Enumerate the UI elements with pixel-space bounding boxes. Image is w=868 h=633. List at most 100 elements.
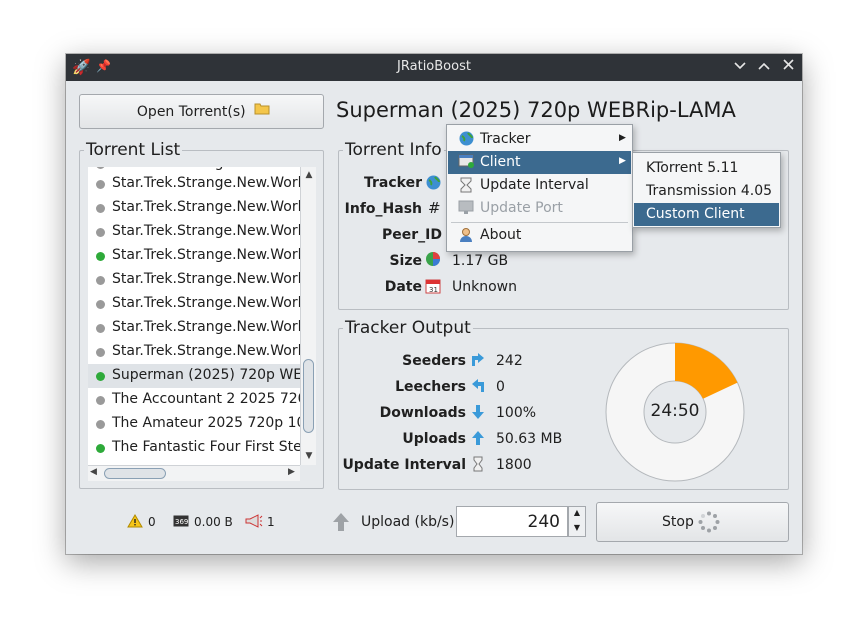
seeders-arrow-icon — [470, 352, 486, 368]
globe-icon — [425, 175, 441, 191]
client-window-icon — [458, 154, 474, 170]
list-horizontal-scrollbar[interactable]: ◀ ▶ — [88, 465, 300, 481]
list-item-selected[interactable]: Superman (2025) 720p WEBRip-LAMA — [88, 364, 300, 388]
update-interval-value: 1800 — [496, 457, 532, 473]
list-item[interactable]: The Accountant 2 2025 720p — [88, 388, 300, 412]
status-dot — [96, 300, 105, 309]
status-dot — [96, 276, 105, 285]
hourglass-icon — [458, 177, 474, 193]
folder-icon — [254, 103, 270, 119]
torrent-info-legend: Torrent Info — [345, 140, 442, 160]
maximize-button[interactable] — [756, 59, 772, 75]
monitor-icon — [458, 200, 474, 216]
status-dot — [96, 396, 105, 405]
list-vertical-scrollbar[interactable]: ▲ ▼ — [300, 167, 316, 465]
submenu-arrow-icon: ▶ — [619, 133, 626, 143]
torrent-list-legend: Torrent List — [86, 140, 181, 160]
close-button[interactable] — [780, 59, 796, 75]
pie-chart-icon — [425, 251, 441, 267]
spinner-up-arrow[interactable]: ▲ — [569, 508, 585, 517]
list-item-label: Star.Trek.Strange.New.Worlds — [112, 271, 300, 287]
torrent-list[interactable]: Star.Trek.Strange.New.Worlds Star.Trek.S… — [88, 167, 300, 465]
tracker-label: Tracker — [364, 175, 422, 191]
tracker-output-legend: Tracker Output — [345, 318, 471, 338]
submenu-item-transmission[interactable]: Transmission 4.05 — [634, 180, 779, 203]
menu-item-label: Tracker — [480, 131, 531, 147]
download-arrow-icon — [470, 404, 486, 420]
list-item[interactable]: Star.Trek.Strange.New.Worlds — [88, 340, 300, 364]
scroll-left-arrow[interactable]: ◀ — [90, 467, 97, 477]
torrent-title: Superman (2025) 720p WEBRip-LAMA — [336, 98, 736, 122]
uploads-value: 50.63 MB — [496, 431, 563, 447]
submenu-arrow-icon: ▶ — [619, 156, 626, 166]
client-submenu: KTorrent 5.11 Transmission 4.05 Custom C… — [632, 152, 781, 228]
title-bar: 🚀 📌 JRatioBoost — [66, 54, 802, 81]
submenu-item-label: Custom Client — [646, 206, 745, 222]
menu-item-update-interval[interactable]: Update Interval — [448, 174, 631, 197]
h-scroll-thumb[interactable] — [104, 468, 166, 479]
stop-button[interactable]: Stop — [596, 502, 789, 542]
minimize-button[interactable] — [732, 59, 748, 75]
spinner-down-arrow[interactable]: ▼ — [569, 523, 585, 532]
list-item[interactable]: Star.Trek.Strange.New.Worlds — [88, 292, 300, 316]
list-item-label: The Amateur 2025 720p 10bit — [112, 415, 300, 431]
list-item[interactable]: Star.Trek.Strange.New.Worlds — [88, 172, 300, 196]
submenu-item-ktorrent[interactable]: KTorrent 5.11 — [634, 157, 779, 180]
list-item[interactable]: The Amateur 2025 720p 10bit — [88, 412, 300, 436]
open-torrent-label: Open Torrent(s) — [136, 104, 246, 120]
menu-item-about[interactable]: About — [448, 224, 631, 247]
countdown-ring: 24:50 — [604, 341, 746, 483]
status-dot — [96, 372, 105, 381]
menu-item-tracker[interactable]: Tracker ▶ — [448, 128, 631, 151]
context-menu: Tracker ▶ Client ▶ Update Interval Updat… — [446, 124, 633, 252]
list-item[interactable]: Star.Trek.Strange.New.Worlds — [88, 220, 300, 244]
scroll-thumb[interactable] — [303, 359, 314, 433]
svg-text:31: 31 — [429, 286, 438, 294]
countdown-timer: 24:50 — [650, 401, 700, 421]
open-torrent-button[interactable]: Open Torrent(s) — [79, 94, 324, 129]
submenu-item-label: Transmission 4.05 — [646, 183, 773, 199]
update-interval-label: Update Interval — [342, 457, 466, 473]
upload-arrow-icon — [470, 430, 486, 446]
scroll-right-arrow[interactable]: ▶ — [288, 467, 295, 477]
list-item-label: Star.Trek.Strange.New.Worlds — [112, 167, 300, 171]
upload-rate-field[interactable]: 240 — [456, 506, 568, 537]
list-item-label: Star.Trek.Strange.New.Worlds — [112, 199, 300, 215]
upload-rate-value: 240 — [527, 512, 560, 532]
list-item[interactable]: Star.Trek.Strange.New.Worlds — [88, 244, 300, 268]
status-dot — [96, 348, 105, 357]
list-item-label: Superman (2025) 720p WEBRip-LAMA — [112, 367, 300, 383]
list-item[interactable]: Star.Trek.Strange.New.Worlds — [88, 268, 300, 292]
counter-icon: 369 — [173, 515, 189, 531]
list-item[interactable]: Star.Trek.Strange.New.Worlds — [88, 196, 300, 220]
total-bytes: 0.00 B — [194, 515, 233, 529]
scroll-down-arrow[interactable]: ▼ — [301, 451, 317, 461]
warnings-count: 0 — [148, 515, 156, 529]
person-icon — [458, 227, 474, 243]
list-item-label: Star.Trek.Strange.New.Worlds — [112, 247, 300, 263]
menu-item-label: Client — [480, 154, 521, 170]
status-dot — [96, 204, 105, 213]
list-item[interactable]: Star.Trek.Strange.New.Worlds — [88, 316, 300, 340]
globe-icon — [458, 131, 474, 147]
spinner-icon — [698, 511, 720, 537]
seeders-label: Seeders — [402, 353, 466, 369]
scroll-up-arrow[interactable]: ▲ — [301, 170, 317, 180]
upload-rate-spinner[interactable]: ▲ ▼ — [568, 506, 586, 537]
menu-item-label: Update Port — [480, 200, 563, 216]
megaphone-icon — [245, 514, 263, 532]
list-item[interactable]: The Fantastic Four First Steps — [88, 436, 300, 460]
status-dot — [96, 324, 105, 333]
leechers-label: Leechers — [395, 379, 466, 395]
status-dot — [96, 420, 105, 429]
status-dot — [96, 180, 105, 189]
leechers-arrow-icon — [470, 378, 486, 394]
submenu-item-custom-client[interactable]: Custom Client — [634, 203, 779, 226]
size-label: Size — [389, 253, 422, 269]
hash-icon: # — [428, 199, 441, 217]
menu-item-client[interactable]: Client ▶ — [448, 151, 631, 174]
leechers-value: 0 — [496, 379, 505, 395]
status-dot — [96, 228, 105, 237]
downloads-value: 100% — [496, 405, 537, 421]
status-dot — [96, 167, 105, 169]
